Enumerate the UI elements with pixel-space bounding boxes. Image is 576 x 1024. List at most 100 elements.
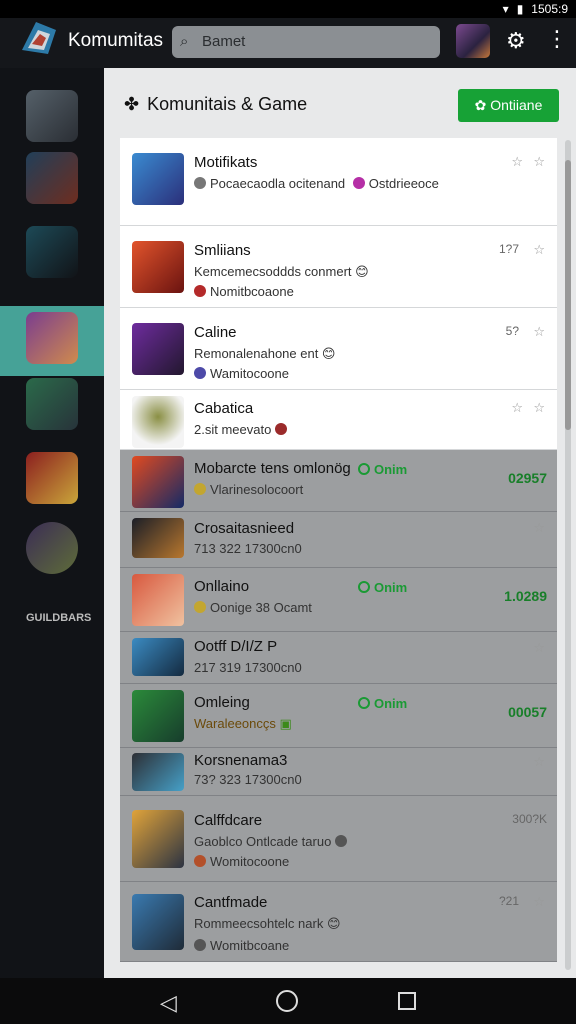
item-count: 5? (505, 324, 519, 338)
list-item[interactable]: Crosaitasnieed 713 322 17300cn0 ☆ (120, 512, 557, 568)
star-icon[interactable]: ☆ (533, 242, 545, 258)
star-icon[interactable]: ☆ (533, 894, 545, 910)
online-button[interactable]: ✿ Ontiiane (458, 89, 559, 122)
list-item[interactable]: Smliians Kemcemecsoddds conmert 😊 Nomitb… (120, 226, 557, 308)
main-panel: ✤ Komunitais & Game ✿ Ontiiane Motifikat… (104, 68, 576, 978)
game-thumbnail (132, 638, 184, 676)
star-icon[interactable]: ☆ (511, 154, 523, 170)
list-item[interactable]: Korsnenama3 73? 323 17300cn0 ☆ (120, 748, 557, 796)
sidebar-item-game-4[interactable] (26, 312, 78, 364)
sidebar-item-game-3[interactable] (26, 226, 78, 278)
home-icon[interactable] (276, 990, 298, 1012)
item-subtitle: Gaoblco Ontlcade taruo (194, 834, 351, 849)
item-subtitle: Vlarinesolocoort (194, 482, 303, 497)
item-score: 1.0289 (504, 588, 547, 604)
item-count: 300?K (512, 812, 547, 826)
sidebar-item-game-6[interactable] (26, 452, 78, 504)
list-item[interactable]: Mobarcte tens omlonög Vlarinesolocoort O… (120, 450, 557, 512)
item-subtitle: 217 319 17300cn0 (194, 660, 302, 675)
game-thumbnail (132, 518, 184, 558)
page-title: ✤ Komunitais & Game (124, 94, 307, 115)
shield-icon (194, 177, 206, 189)
item-title: Calffdcare (194, 812, 263, 829)
scrollbar[interactable] (565, 140, 571, 970)
search-icon: ⌕ (180, 33, 189, 50)
battery-icon: ▮ (516, 2, 524, 16)
system-nav-bar: ◁ (0, 978, 576, 1024)
game-thumbnail (132, 810, 184, 868)
star-icon[interactable]: ☆ (533, 754, 545, 770)
item-title: Onllaino (194, 578, 250, 595)
list-item[interactable]: Onllaino Oonige 38 Ocamt Onim 1.0289 (120, 568, 557, 632)
scrollbar-thumb[interactable] (565, 160, 571, 430)
item-title: Ootff D/I/Z P (194, 638, 278, 655)
sidebar: GUILDBARS (0, 68, 112, 978)
gear-icon[interactable]: ⚙ (506, 28, 526, 54)
leaf-icon: ✿ (474, 97, 487, 113)
item-title: Omleing (194, 694, 250, 711)
community-icon: ✤ (124, 94, 140, 114)
item-meta: Wamitocoone (194, 366, 289, 381)
status-bar: ▾ ▮ 1505:9 (0, 0, 576, 18)
item-subtitle: 2.sit meevato (194, 422, 291, 437)
item-subtitle: Pocaecaodla ocitenand Ostdrieeoce (194, 176, 439, 191)
item-subtitle: Kemcemecsoddds conmert 😊 (194, 264, 369, 279)
list-item[interactable]: Cantfmade Rommeecsohtelc nark 😊 Womitbco… (120, 882, 557, 962)
item-count: ?21 (498, 894, 519, 908)
item-meta: Nomitbcoaone (194, 284, 294, 299)
sidebar-item-game-1[interactable] (26, 90, 78, 142)
community-list: Motifikats Pocaecaodla ocitenand Ostdrie… (120, 138, 560, 962)
page-title-text: Komunitais & Game (147, 94, 308, 114)
list-item[interactable]: Omleing Waraleeoncçs ▣ Onim 00057 (120, 684, 557, 748)
star-icon[interactable]: ☆ (533, 400, 545, 416)
app-logo[interactable] (18, 20, 60, 60)
item-subtitle: Waraleeoncçs ▣ (194, 716, 292, 731)
list-item[interactable]: Motifikats Pocaecaodla ocitenand Ostdrie… (120, 138, 557, 226)
sidebar-item-game-5[interactable] (26, 378, 78, 430)
list-item[interactable]: Calffdcare Gaoblco Ontlcade taruo Womito… (120, 796, 557, 882)
star-icon[interactable]: ☆ (533, 520, 545, 536)
game-thumbnail (132, 894, 184, 950)
wifi-icon: ▾ (502, 2, 509, 16)
game-thumbnail (132, 153, 184, 205)
star-icon[interactable]: ☆ (533, 154, 545, 170)
item-title: Crosaitasnieed (194, 520, 295, 537)
back-icon[interactable]: ◁ (160, 990, 177, 1016)
sidebar-item-game-2[interactable] (26, 152, 78, 204)
app-bar: Komumitas ⌕ Bamet ⚙ ⋮ (0, 18, 576, 68)
star-icon[interactable]: ☆ (533, 640, 545, 656)
status-time: 1505:9 (531, 2, 568, 16)
search-placeholder: Bamet (202, 33, 246, 50)
item-subtitle: Rommeecsohtelc nark 😊 (194, 916, 341, 931)
item-title: Korsnenama3 (194, 752, 288, 769)
avatar[interactable] (456, 24, 490, 58)
game-thumbnail (132, 323, 184, 375)
item-score: 02957 (508, 470, 547, 486)
item-subtitle: 713 322 17300cn0 (194, 541, 302, 556)
more-options-icon[interactable]: ⋮ (546, 26, 568, 52)
app-title: Komumitas (68, 30, 164, 51)
online-button-label: Ontiiane (490, 97, 543, 113)
game-thumbnail (132, 396, 184, 448)
game-thumbnail (132, 574, 184, 626)
item-subtitle: Oonige 38 Ocamt (194, 600, 312, 615)
star-icon[interactable]: ☆ (533, 324, 545, 340)
online-status: Onim (358, 696, 407, 711)
online-status: Onim (358, 580, 407, 595)
item-title: Smliians (194, 242, 251, 259)
game-thumbnail (132, 241, 184, 293)
recent-apps-icon[interactable] (398, 992, 416, 1010)
list-item[interactable]: Cabatica 2.sit meevato ☆ ☆ (120, 390, 557, 450)
list-item[interactable]: Ootff D/I/Z P 217 319 17300cn0 ☆ (120, 632, 557, 684)
search-input[interactable]: ⌕ Bamet (172, 26, 440, 58)
list-item[interactable]: Caline Remonalenahone ent 😊 Wamitocoone … (120, 308, 557, 390)
game-thumbnail (132, 456, 184, 508)
star-icon[interactable]: ☆ (511, 400, 523, 416)
item-title: Mobarcte tens omlonög (194, 460, 351, 477)
badge-icon (352, 177, 365, 189)
item-title: Caline (194, 324, 237, 341)
online-status: Onim (358, 462, 407, 477)
item-title: Motifikats (194, 154, 258, 171)
sidebar-item-game-7[interactable] (26, 522, 78, 574)
sidebar-brand-logo[interactable]: GUILDBARS (26, 592, 91, 644)
